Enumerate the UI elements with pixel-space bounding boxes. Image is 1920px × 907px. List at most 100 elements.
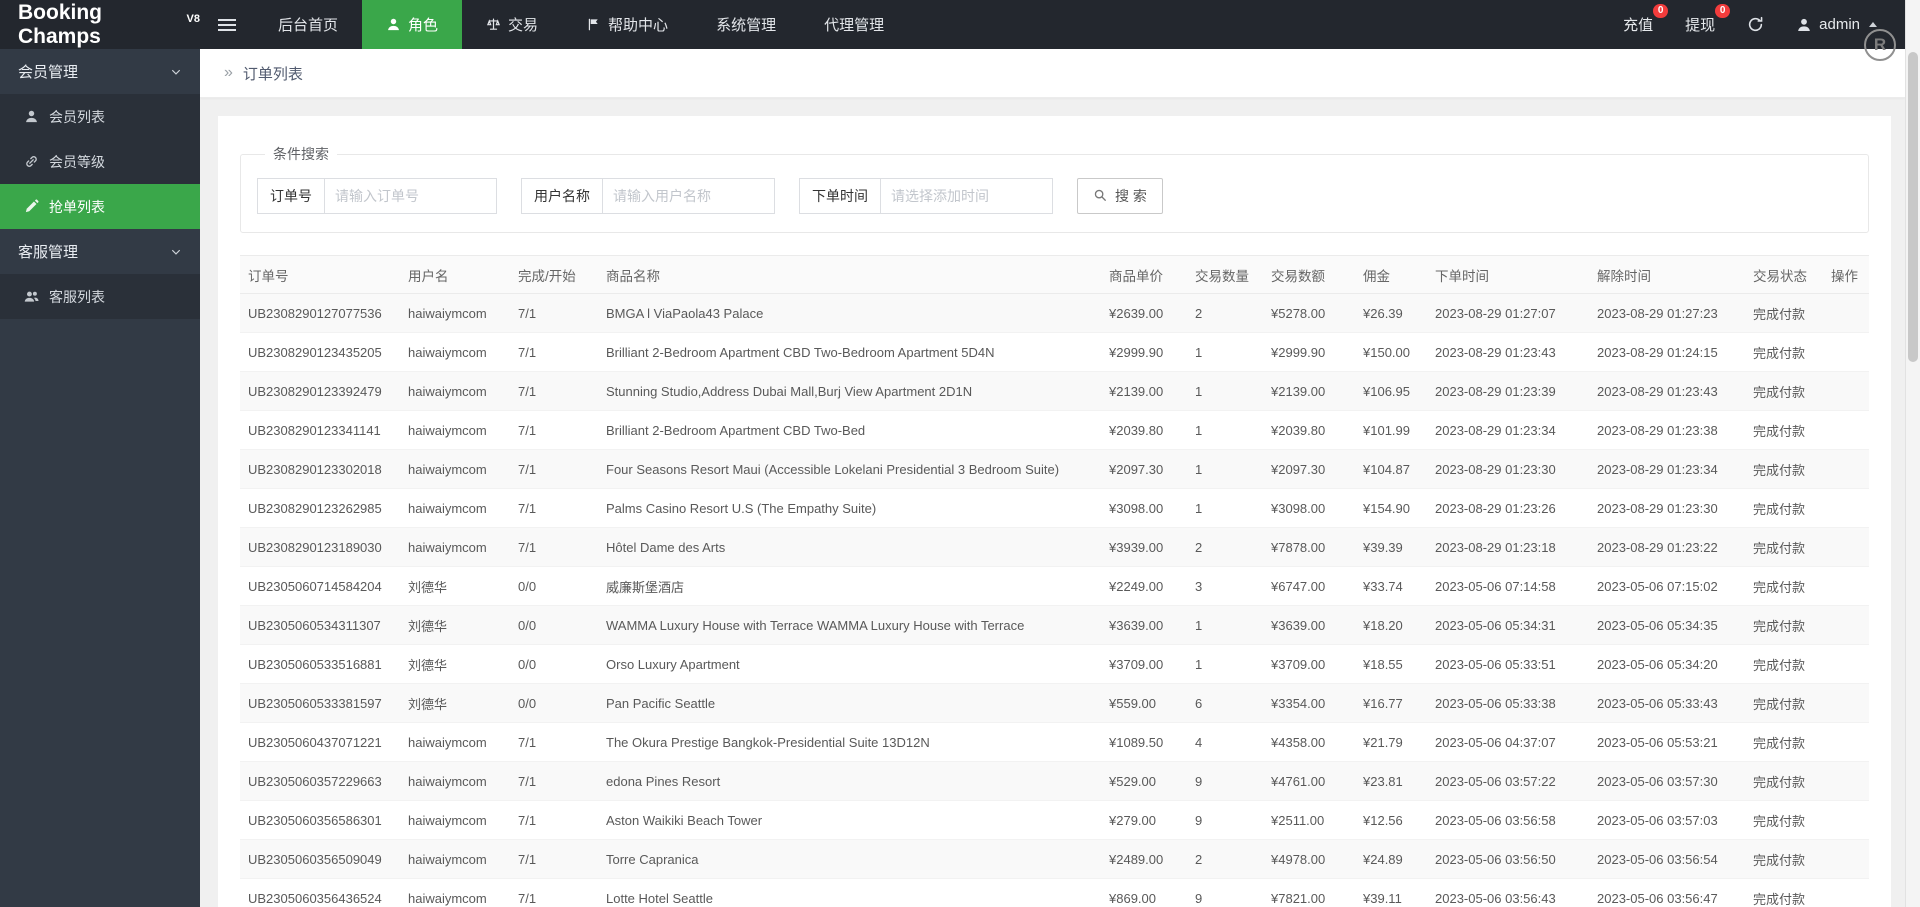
column-header-0: 订单号 <box>240 255 400 294</box>
table-cell <box>1823 488 1869 528</box>
vertical-scrollbar[interactable] <box>1905 0 1920 907</box>
table-cell: haiwaiymcom <box>400 410 510 450</box>
page-title: 订单列表 <box>242 65 303 83</box>
table-cell: ¥16.77 <box>1355 683 1427 723</box>
table-cell: 2023-05-06 03:56:50 <box>1427 839 1589 879</box>
table-cell: haiwaiymcom <box>400 293 510 333</box>
recharge-link[interactable]: 充值 0 <box>1623 4 1669 35</box>
sidebar-item-label: 会员等级 <box>49 153 105 170</box>
table-cell: ¥18.55 <box>1355 644 1427 684</box>
nav-item-2[interactable]: 交易 <box>462 0 562 49</box>
nav-item-5[interactable]: 代理管理 <box>800 0 908 49</box>
user-avatar-icon <box>1796 17 1812 33</box>
username-input[interactable] <box>603 178 775 214</box>
table-row: UB2308290123262985 haiwaiymcom 7/1 Palms Ca… <box>240 488 1869 528</box>
table-cell: 2023-05-06 05:34:35 <box>1589 605 1745 645</box>
brand-version: V8 <box>186 12 200 25</box>
search-button[interactable]: 搜 索 <box>1077 178 1163 214</box>
sidebar-toggle-button[interactable] <box>200 0 254 49</box>
admin-menu[interactable]: admin <box>1796 16 1877 33</box>
table-cell: 2 <box>1187 293 1263 333</box>
table-cell: ¥7821.00 <box>1263 878 1355 907</box>
table-cell: UB2308290123302018 <box>240 449 400 489</box>
table-cell: 2 <box>1187 527 1263 567</box>
sidebar-item-客服列表[interactable]: 客服列表 <box>0 274 200 319</box>
table-cell: 7/1 <box>510 332 598 372</box>
table-cell: 2023-05-06 05:33:51 <box>1427 644 1589 684</box>
table-cell: 2023-05-06 03:57:22 <box>1427 761 1589 801</box>
recharge-label: 充值 <box>1623 17 1654 34</box>
table-cell: 0/0 <box>510 683 598 723</box>
nav-item-label: 代理管理 <box>824 17 885 34</box>
nav-item-4[interactable]: 系统管理 <box>692 0 800 49</box>
user-icon <box>24 109 39 124</box>
sidebar-group-1[interactable]: 客服管理 <box>0 229 200 274</box>
table-cell: haiwaiymcom <box>400 332 510 372</box>
column-header-3: 商品名称 <box>598 255 1101 294</box>
column-header-9: 解除时间 <box>1589 255 1745 294</box>
table-cell <box>1823 449 1869 489</box>
brand-logo[interactable]: Booking Champs V8 <box>0 0 200 49</box>
users-icon <box>24 289 39 304</box>
table-cell: ¥24.89 <box>1355 839 1427 879</box>
nav-item-label: 系统管理 <box>716 17 777 34</box>
refresh-button[interactable] <box>1747 16 1764 33</box>
table-cell <box>1823 722 1869 762</box>
order-no-input[interactable] <box>325 178 497 214</box>
table-row: UB2305060356509049 haiwaiymcom 7/1 Torre Ca… <box>240 839 1869 879</box>
table-cell: 完成付款 <box>1745 488 1823 528</box>
table-cell: 2023-08-29 01:27:23 <box>1589 293 1745 333</box>
scrollbar-thumb[interactable] <box>1908 52 1918 362</box>
table-cell: 完成付款 <box>1745 410 1823 450</box>
table-cell: The Okura Prestige Bangkok-Presidential … <box>598 722 1101 762</box>
sidebar-item-会员列表[interactable]: 会员列表 <box>0 94 200 139</box>
sidebar-item-会员等级[interactable]: 会员等级 <box>0 139 200 184</box>
table-row: UB2308290123392479 haiwaiymcom 7/1 Stunning… <box>240 371 1869 411</box>
withdraw-link[interactable]: 提现 0 <box>1685 4 1731 35</box>
column-header-8: 下单时间 <box>1427 255 1589 294</box>
nav-item-0[interactable]: 后台首页 <box>254 0 362 49</box>
sidebar-item-label: 客服列表 <box>49 288 105 305</box>
column-header-2: 完成/开始 <box>510 255 598 294</box>
table-cell: Lotte Hotel Seattle <box>598 878 1101 907</box>
table-cell: 2023-05-06 03:57:03 <box>1589 800 1745 840</box>
table-cell: ¥3639.00 <box>1101 605 1187 645</box>
table-cell: UB2308290127077536 <box>240 293 400 333</box>
order-time-input[interactable] <box>881 178 1053 214</box>
table-cell: ¥2249.00 <box>1101 566 1187 606</box>
table-cell: 2023-05-06 07:15:02 <box>1589 566 1745 606</box>
table-cell: haiwaiymcom <box>400 722 510 762</box>
sidebar-group-0[interactable]: 会员管理 <box>0 49 200 94</box>
table-cell: 0/0 <box>510 605 598 645</box>
withdraw-label: 提现 <box>1685 17 1716 34</box>
table-cell: Palms Casino Resort U.S (The Empathy Sui… <box>598 488 1101 528</box>
order-time-label: 下单时间 <box>799 178 881 214</box>
chevron-down-icon <box>170 66 182 78</box>
table-cell: haiwaiymcom <box>400 800 510 840</box>
table-row: UB2305060714584204 刘德华 0/0 威廉斯堡酒店 ¥2249.00 3 ¥… <box>240 566 1869 606</box>
table-cell: 刘德华 <box>400 683 510 723</box>
table-cell: 1 <box>1187 332 1263 372</box>
brand-name: Booking Champs <box>18 0 102 48</box>
table-body: UB2308290127077536 haiwaiymcom 7/1 BMGA l V… <box>240 293 1869 907</box>
table-cell: ¥529.00 <box>1101 761 1187 801</box>
table-cell: 2023-05-06 03:56:58 <box>1427 800 1589 840</box>
sidebar-item-抢单列表[interactable]: 抢单列表 <box>0 184 200 229</box>
table-cell: ¥106.95 <box>1355 371 1427 411</box>
nav-item-3[interactable]: 帮助中心 <box>562 0 692 49</box>
table-cell: 完成付款 <box>1745 371 1823 411</box>
search-panel-title: 条件搜索 <box>273 146 329 162</box>
table-cell: 2023-08-29 01:24:15 <box>1589 332 1745 372</box>
nav-item-1[interactable]: 角色 <box>362 0 463 49</box>
table-cell: 7/1 <box>510 449 598 489</box>
table-cell: 2 <box>1187 839 1263 879</box>
table-row: UB2305060533381597 刘德华 0/0 Pan Pacific Seat… <box>240 683 1869 723</box>
table-cell: 2023-05-06 03:57:30 <box>1589 761 1745 801</box>
order-no-label: 订单号 <box>257 178 325 214</box>
table-cell: ¥2999.90 <box>1263 332 1355 372</box>
table-cell: ¥3354.00 <box>1263 683 1355 723</box>
orders-table: 订单号 用户名 完成/开始 商品名称 商品单价 交易数量 交易数额 佣金 下单时间 解除时间 交易状… <box>240 255 1869 907</box>
table-cell: 7/1 <box>510 293 598 333</box>
table-cell: ¥2139.00 <box>1101 371 1187 411</box>
table-cell: 1 <box>1187 449 1263 489</box>
